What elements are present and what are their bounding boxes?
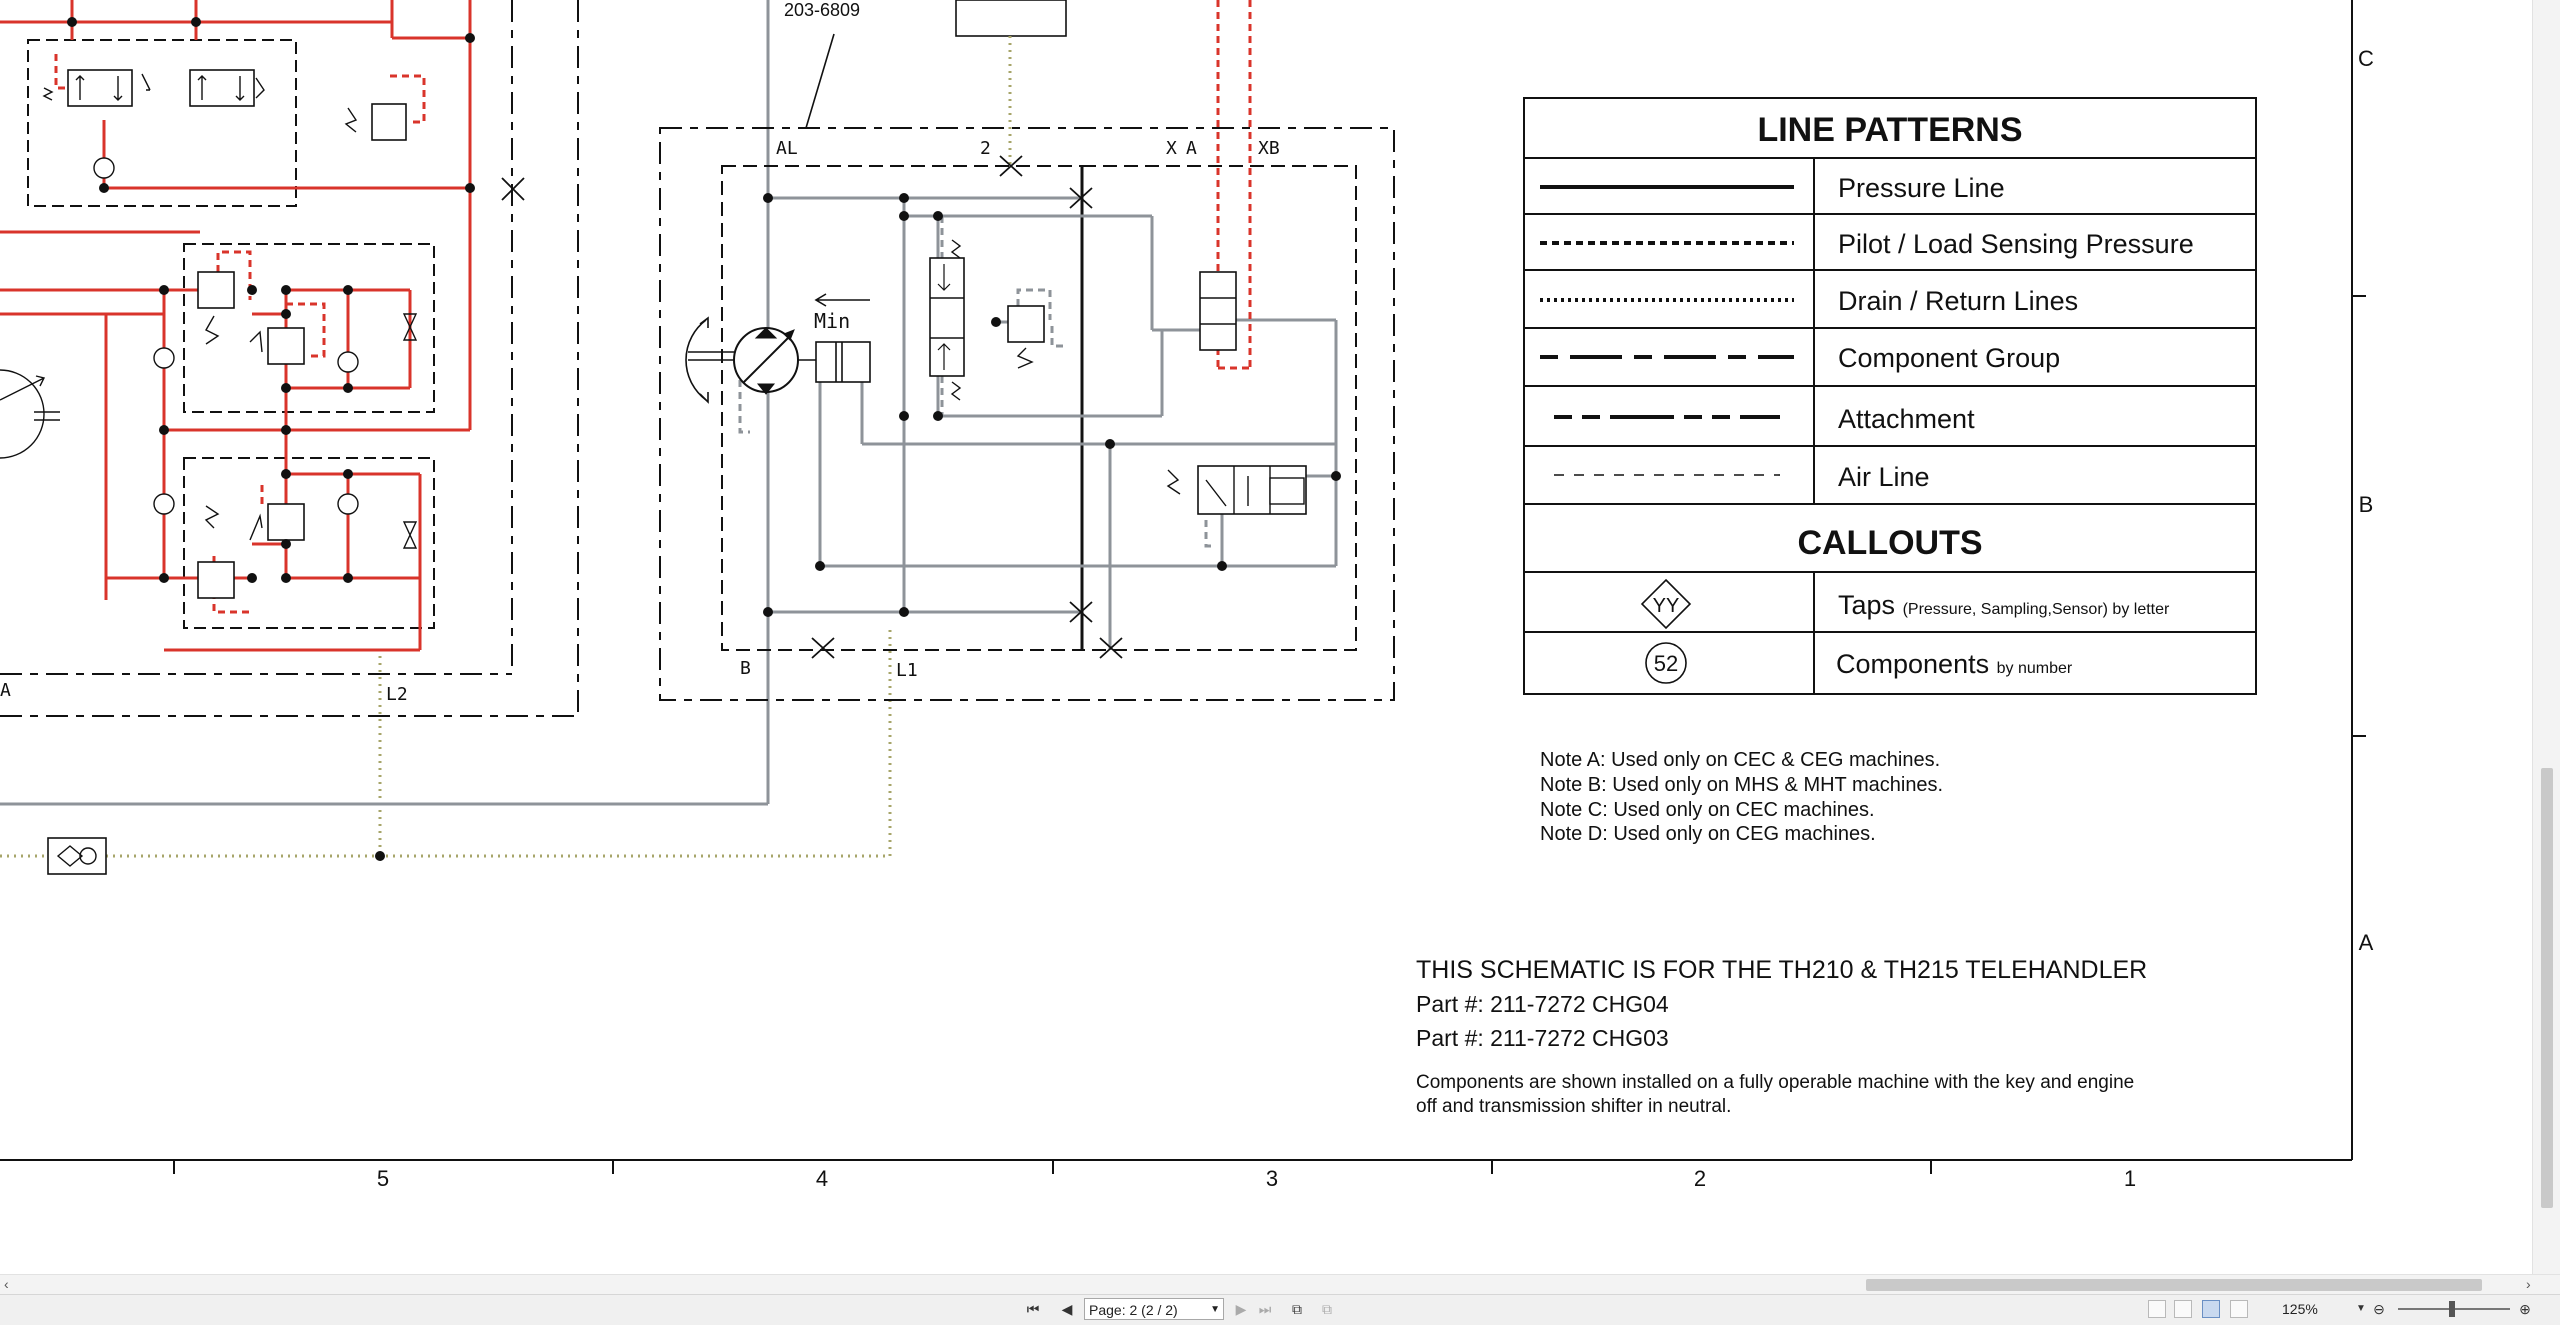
port-label-xb: XB — [1258, 138, 1280, 159]
scroll-left-icon[interactable]: ‹ — [4, 1276, 9, 1292]
hydraulic-schematic: A L2 203-6809 AL 2 X A XB B L1 Min LINE … — [0, 0, 2374, 1191]
page-number-text: Page: 2 (2 / 2) — [1089, 1302, 1178, 1318]
notes-block: Note A: Used only on CEC & CEG machines.… — [1540, 749, 1943, 845]
port-label-b: B — [740, 658, 751, 679]
grid-col-5: 5 — [377, 1166, 389, 1191]
legend-item-pressure: Pressure Line — [1838, 173, 2005, 203]
single-page-view-icon[interactable] — [2148, 1300, 2166, 1318]
note-b: Note B: Used only on MHS & MHT machines. — [1540, 774, 1943, 796]
component-symbol-text: 52 — [1654, 651, 1678, 676]
zoom-level[interactable]: 125% — [2282, 1299, 2318, 1319]
legend-taps-label: Taps (Pressure, Sampling,Sensor) by lett… — [1838, 590, 2170, 620]
port-label-x: X — [1166, 138, 1177, 159]
drawing-border — [0, 0, 2366, 1174]
zoom-out-icon[interactable]: ⊖ — [2370, 1299, 2388, 1319]
note-c: Note C: Used only on CEC machines. — [1540, 799, 1875, 821]
grid-col-1: 1 — [2124, 1166, 2136, 1191]
zoom-slider-thumb[interactable] — [2449, 1301, 2455, 1317]
note-a: Note A: Used only on CEC & CEG machines. — [1540, 749, 1940, 771]
first-page-icon[interactable]: ⏮ — [1024, 1299, 1042, 1319]
min-label: Min — [814, 309, 850, 333]
grid-row-b: B — [2359, 492, 2374, 517]
page-number-field[interactable]: Page: 2 (2 / 2) ▼ — [1084, 1298, 1224, 1320]
legend-item-air-line: Air Line — [1838, 462, 1930, 492]
prev-page-icon[interactable]: ◀ — [1058, 1299, 1076, 1319]
note-d: Note D: Used only on CEG machines. — [1540, 823, 1876, 845]
grid-row-c: C — [2358, 46, 2374, 71]
legend-item-attachment: Attachment — [1838, 404, 1975, 434]
pump-component-group: 203-6809 AL 2 X A XB B L1 Min — [659, 0, 1395, 701]
status-bar: ⏮ ◀ Page: 2 (2 / 2) ▼ ▶ ⏭ ⧉ ⧉ 125% ▼ ⊖ ⊕ — [0, 1294, 2560, 1325]
port-label-l2: L2 — [386, 684, 408, 705]
document-viewport[interactable]: A L2 203-6809 AL 2 X A XB B L1 Min LINE … — [0, 0, 2532, 1274]
legend-table: LINE PATTERNS Pressure Line Pilot / Load… — [1523, 97, 2257, 695]
port-label-2: 2 — [980, 138, 991, 159]
facing-view-icon[interactable] — [2202, 1300, 2220, 1318]
legend-item-pilot: Pilot / Load Sensing Pressure — [1838, 229, 2194, 259]
vertical-scrollbar[interactable] — [2532, 0, 2560, 1274]
legend-item-drain: Drain / Return Lines — [1838, 286, 2078, 316]
goto-back-icon[interactable]: ⧉ — [1288, 1299, 1306, 1319]
port-label-al: AL — [776, 138, 798, 159]
grid-col-2: 2 — [1694, 1166, 1706, 1191]
legend-title-callouts: CALLOUTS — [1797, 524, 1982, 562]
horizontal-scroll-thumb[interactable] — [1866, 1279, 2482, 1291]
part-number-2: Part #: 211-7272 CHG03 — [1416, 1025, 1669, 1051]
legend-components-label: Components by number — [1836, 649, 2073, 679]
legend-title-line-patterns: LINE PATTERNS — [1757, 111, 2022, 149]
grid-col-4: 4 — [816, 1166, 828, 1191]
grid-col-3: 3 — [1266, 1166, 1278, 1191]
zoom-in-icon[interactable]: ⊕ — [2516, 1299, 2534, 1319]
description-line-1: Components are shown installed on a full… — [1416, 1072, 2134, 1093]
legend-item-component-group: Component Group — [1838, 343, 2060, 373]
goto-forward-icon[interactable]: ⧉ — [1318, 1299, 1336, 1319]
part-number-1: Part #: 211-7272 CHG04 — [1416, 991, 1669, 1017]
description-line-2: off and transmission shifter in neutral. — [1416, 1096, 1731, 1117]
continuous-view-icon[interactable] — [2174, 1300, 2192, 1318]
tap-symbol-text: YY — [1653, 595, 1680, 617]
port-label-l1: L1 — [896, 660, 918, 681]
grid-labels: 5 4 3 2 1 C B A — [377, 46, 2374, 1191]
schematic-title: THIS SCHEMATIC IS FOR THE TH210 & TH215 … — [1416, 956, 2147, 984]
title-block: THIS SCHEMATIC IS FOR THE TH210 & TH215 … — [1416, 956, 2147, 1117]
page-dropdown-icon[interactable]: ▼ — [1210, 1299, 1220, 1321]
left-valve-groups: A L2 — [0, 0, 579, 717]
horizontal-scrollbar[interactable]: ‹ › — [0, 1274, 2560, 1295]
next-page-icon[interactable]: ▶ — [1232, 1299, 1250, 1319]
grid-row-a: A — [2359, 930, 2374, 955]
port-label-a: A — [1186, 138, 1197, 159]
last-page-icon[interactable]: ⏭ — [1256, 1299, 1274, 1319]
scroll-right-icon[interactable]: › — [2526, 1276, 2531, 1292]
port-label-a-left: A — [0, 680, 11, 701]
drain-line — [0, 630, 892, 875]
part-ref-label: 203-6809 — [784, 0, 860, 20]
continuous-facing-view-icon[interactable] — [2230, 1300, 2248, 1318]
vertical-scroll-thumb[interactable] — [2541, 768, 2553, 1208]
zoom-dropdown-icon[interactable]: ▼ — [2352, 1299, 2370, 1319]
